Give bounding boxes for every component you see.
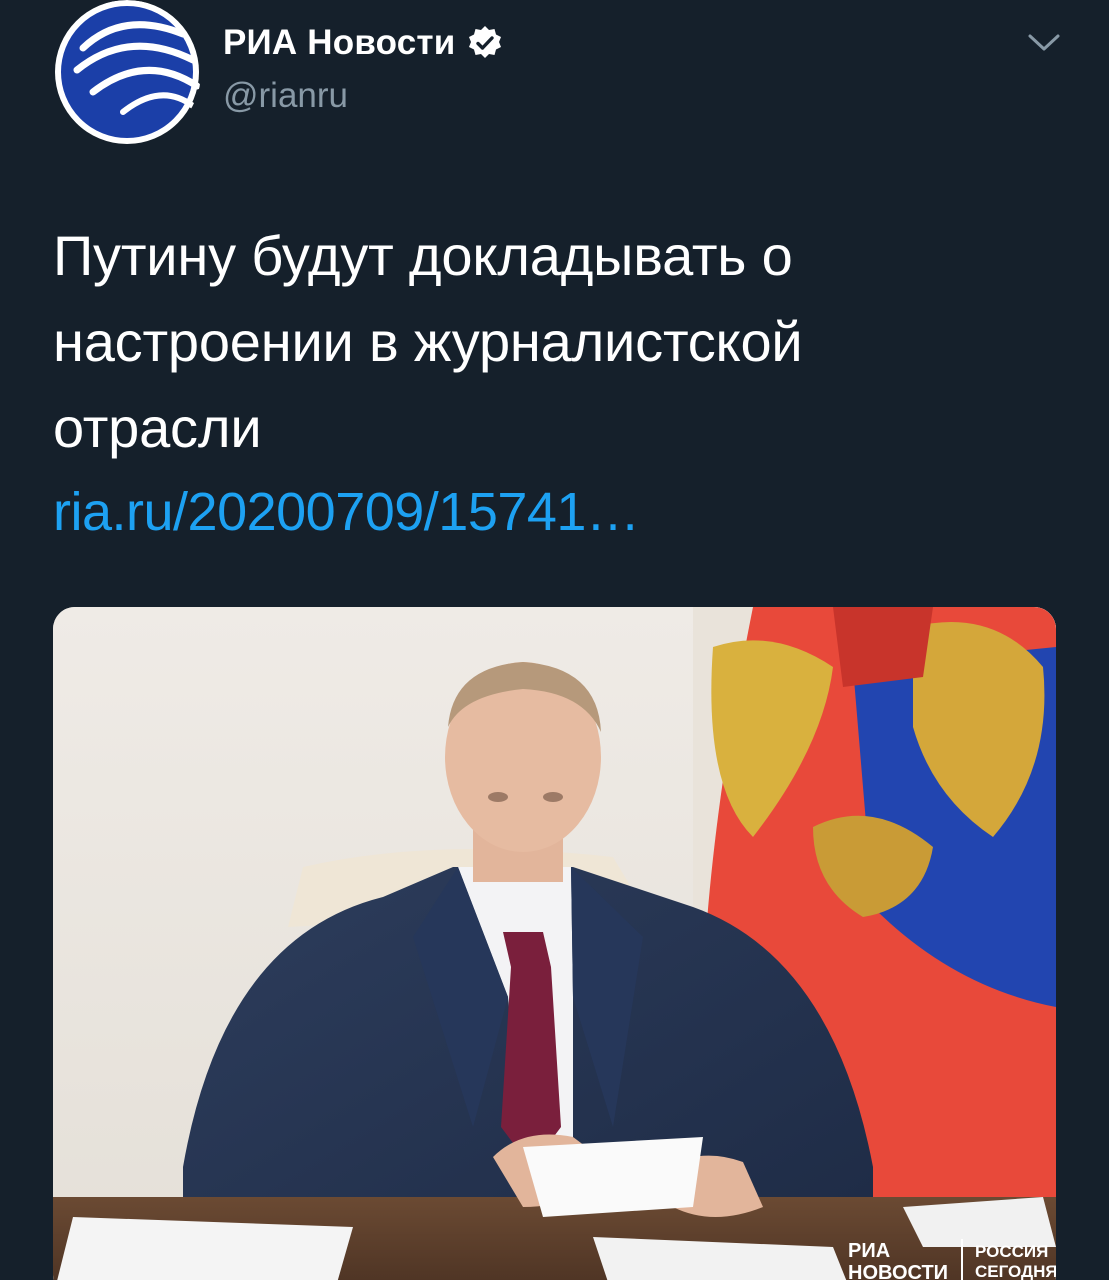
verified-badge-icon bbox=[467, 25, 503, 61]
tweet-text-line: отрасли bbox=[53, 396, 262, 459]
avatar[interactable] bbox=[53, 0, 201, 145]
watermark-text: РИА bbox=[848, 1240, 890, 1262]
tweet-text-line: настроении в журналистской bbox=[53, 310, 803, 373]
tweet-link[interactable]: ria.ru/20200709/15741… bbox=[53, 476, 640, 548]
watermark-text: РОССИЯ bbox=[975, 1242, 1048, 1261]
display-name[interactable]: РИА Новости bbox=[223, 23, 455, 63]
tweet-text-line: Путину будут докладывать о bbox=[53, 224, 793, 287]
author-block[interactable]: РИА Новости @rianru bbox=[223, 18, 503, 116]
ria-novosti-logo-icon bbox=[55, 0, 201, 144]
tweet: РИА Новости @rianru Путину будут доклады… bbox=[0, 0, 1109, 1280]
tweet-text: Путину будут докладывать о настроении в … bbox=[53, 213, 1053, 471]
handle[interactable]: @rianru bbox=[223, 76, 503, 116]
watermark-text: НОВОСТИ bbox=[848, 1262, 948, 1280]
chevron-down-icon[interactable] bbox=[1024, 30, 1064, 56]
watermark-text: СЕГОДНЯ bbox=[975, 1262, 1056, 1280]
tweet-media-image[interactable]: РИА НОВОСТИ РОССИЯ СЕГОДНЯ bbox=[53, 607, 1056, 1280]
